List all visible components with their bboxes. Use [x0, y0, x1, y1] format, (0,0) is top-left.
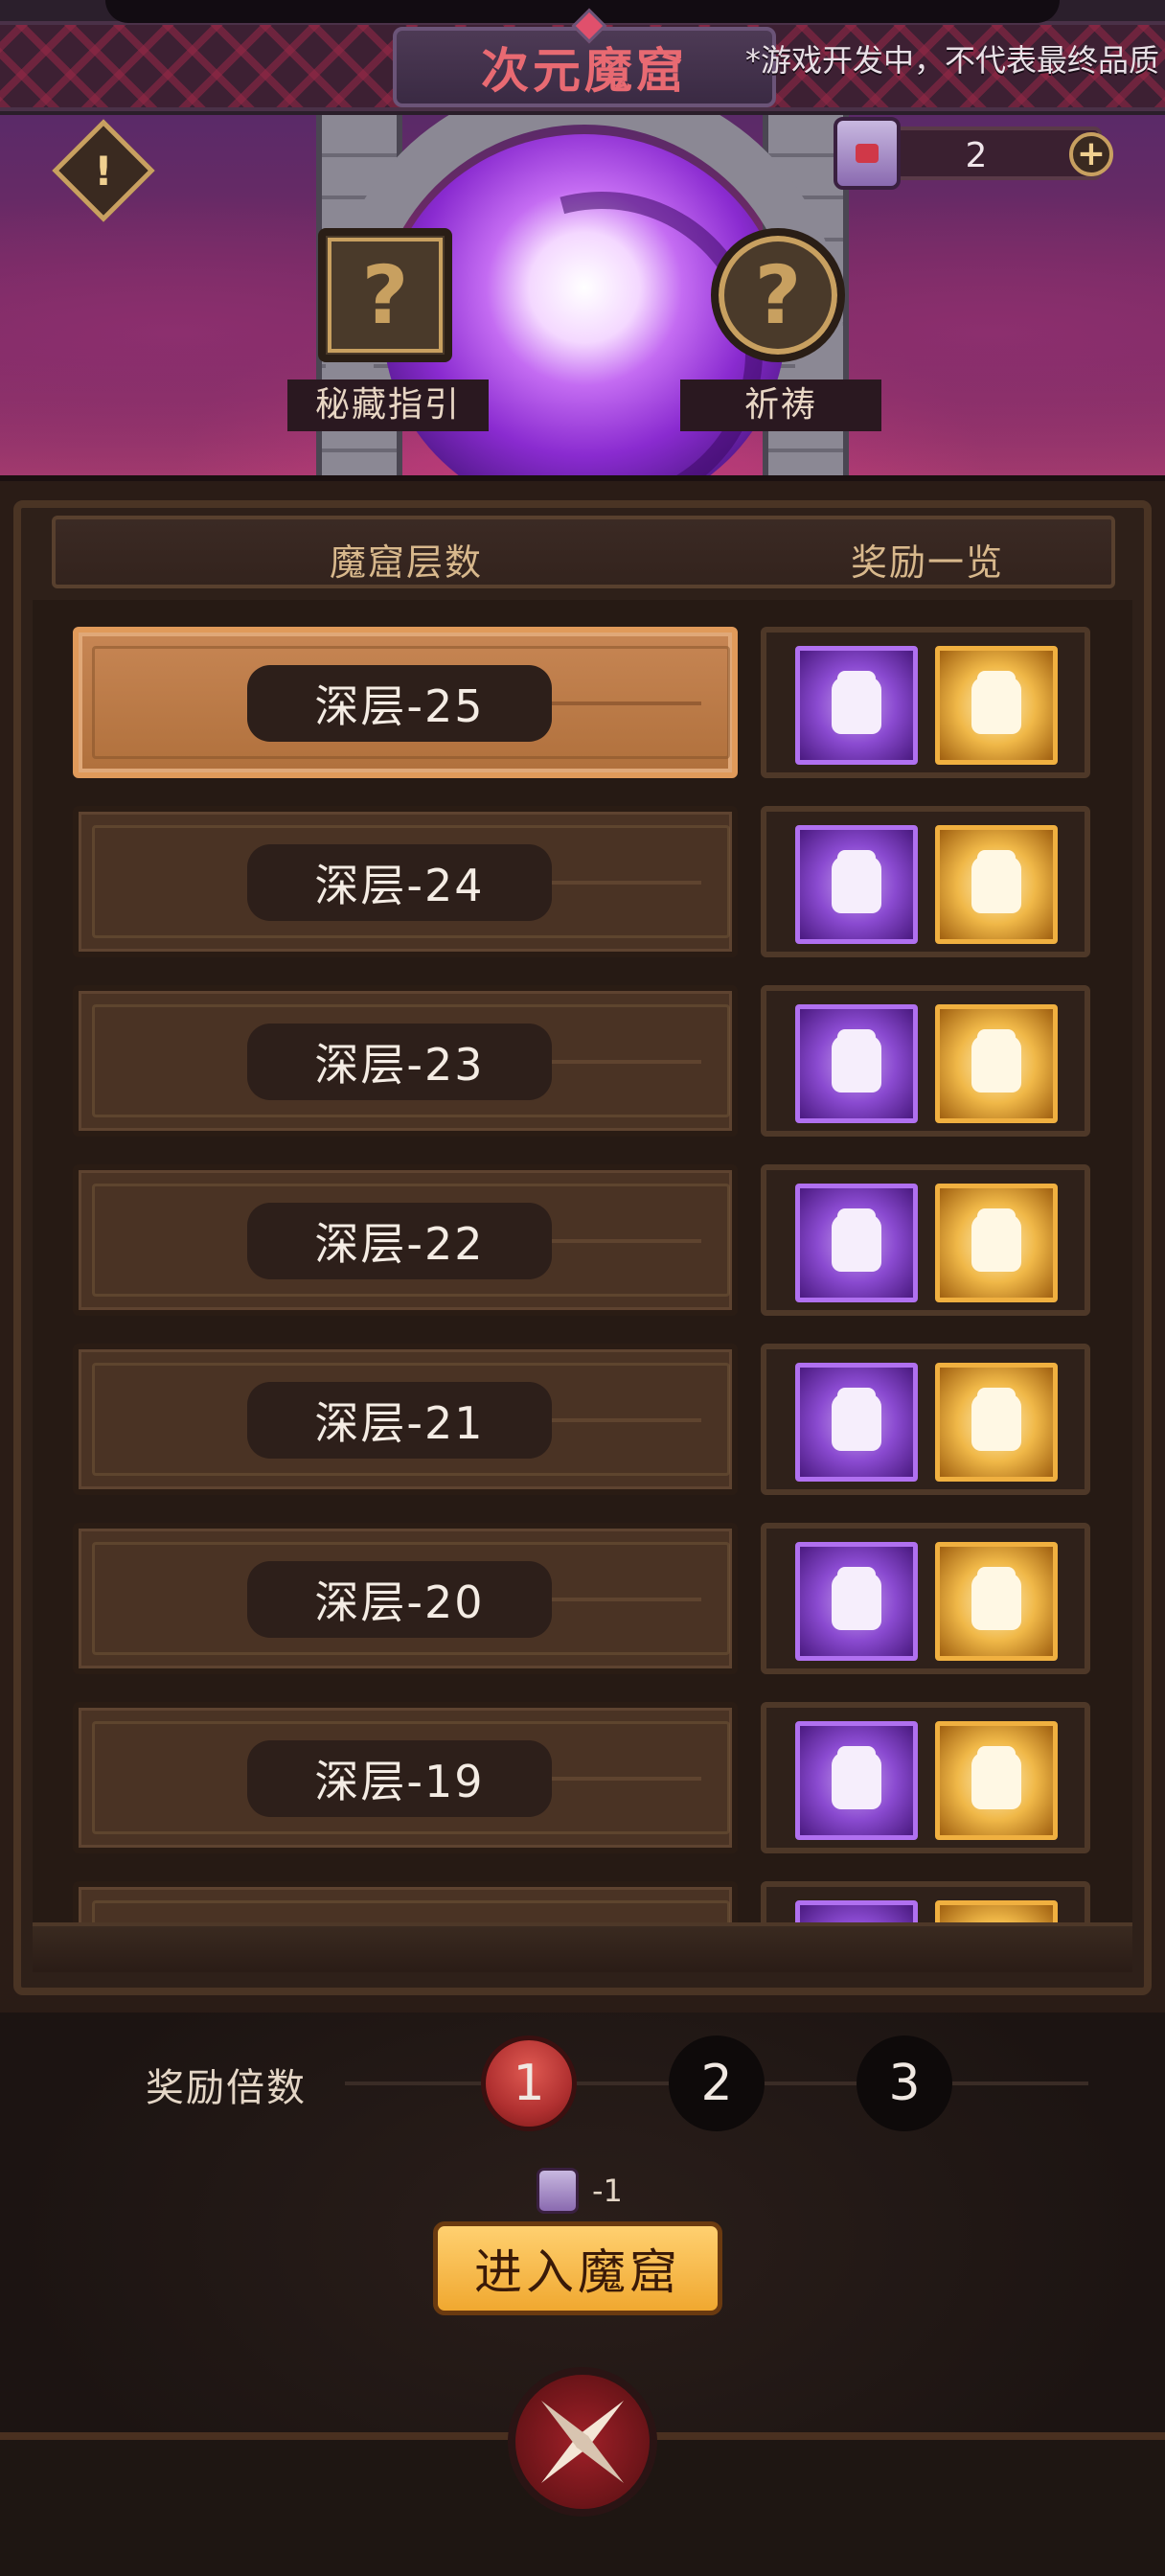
secret-guide-label[interactable]: 秘藏指引 [287, 380, 489, 431]
currency-counter: 2 + [834, 117, 1113, 190]
entry-cost: -1 [537, 2166, 623, 2216]
layer-row[interactable]: 深层-19 [73, 1702, 738, 1853]
reward-cell [761, 1164, 1090, 1316]
question-icon: ? [361, 248, 409, 342]
armor-shape [971, 856, 1021, 913]
dev-note: *游戏开发中，不代表最终品质 [744, 42, 1159, 79]
purple-armor-icon[interactable] [795, 1721, 918, 1840]
currency-count: 2 [965, 136, 988, 175]
armor-shape [971, 1035, 1021, 1092]
row-decor-line [529, 1418, 701, 1422]
reward-cell [761, 1881, 1090, 1922]
header-bar: 次元魔窟 *游戏开发中，不代表最终品质 [0, 0, 1165, 115]
gold-armor-icon[interactable] [935, 1004, 1058, 1123]
prayer-label[interactable]: 祈祷 [680, 380, 881, 431]
reward-cell [761, 627, 1090, 778]
layer-row[interactable] [73, 1881, 738, 1922]
footer-controls: 奖励倍数 1 2 3 -1 进入魔窟 [0, 2012, 1165, 2576]
layer-label: 深层-20 [247, 1561, 552, 1638]
prayer-button[interactable]: ? [711, 228, 845, 362]
layer-label: 深层-23 [247, 1024, 552, 1100]
column-header: 魔窟层数 奖励一览 [52, 516, 1115, 588]
purple-armor-icon[interactable] [795, 825, 918, 944]
armor-shape [971, 1393, 1021, 1451]
gold-armor-icon[interactable] [935, 1721, 1058, 1840]
multiplier-2-button[interactable]: 2 [669, 2036, 765, 2131]
layer-label: 深层-21 [247, 1382, 552, 1459]
gold-armor-icon[interactable] [935, 1542, 1058, 1661]
enter-dungeon-button[interactable]: 进入魔窟 [433, 2221, 722, 2315]
column-layers-label: 魔窟层数 [330, 541, 484, 584]
title-plate: 次元魔窟 [393, 8, 776, 107]
armor-shape [832, 856, 881, 913]
armor-shape [832, 1214, 881, 1272]
dragon-motif-icon [92, 1900, 730, 1922]
layer-label: 深层-24 [247, 844, 552, 921]
question-icon: ? [754, 248, 802, 342]
row-decor-line [529, 1777, 701, 1781]
multiplier-3-button[interactable]: 3 [857, 2036, 952, 2131]
reward-cell [761, 1523, 1090, 1674]
armor-shape [832, 1393, 881, 1451]
row-decor-line [529, 1239, 701, 1243]
purple-armor-icon[interactable] [795, 646, 918, 765]
purple-armor-icon[interactable] [795, 1900, 918, 1922]
armor-shape [832, 1573, 881, 1630]
gold-armor-icon[interactable] [935, 1184, 1058, 1302]
layer-row[interactable]: 深层-23 [73, 985, 738, 1137]
layer-row[interactable]: 深层-24 [73, 806, 738, 957]
reward-cell [761, 1702, 1090, 1853]
crossed-swords-icon[interactable] [508, 2367, 657, 2517]
purple-armor-icon[interactable] [795, 1004, 918, 1123]
armor-shape [971, 1573, 1021, 1630]
armor-shape [832, 1752, 881, 1809]
purple-armor-icon[interactable] [795, 1542, 918, 1661]
entry-cost-value: -1 [592, 2173, 623, 2209]
reward-cell [761, 806, 1090, 957]
row-decor-line [529, 881, 701, 885]
armor-shape [971, 1752, 1021, 1809]
purple-armor-icon[interactable] [795, 1184, 918, 1302]
alert-icon: ! [94, 147, 113, 195]
panel-bottom-edge [33, 1922, 1132, 1972]
layer-label: 深层-19 [247, 1740, 552, 1817]
layer-row[interactable]: 深层-22 [73, 1164, 738, 1316]
row-decor-line [529, 702, 701, 705]
layer-row[interactable]: 深层-25 [73, 627, 738, 778]
purple-armor-icon[interactable] [795, 1363, 918, 1482]
gold-armor-icon[interactable] [935, 646, 1058, 765]
row-decor-line [529, 1598, 701, 1601]
armor-shape [832, 677, 881, 734]
add-currency-button[interactable]: + [1069, 132, 1113, 176]
multiplier-1-button[interactable]: 1 [481, 2036, 577, 2131]
layer-list[interactable]: 深层-25 深层-24 深层-23 深层-22 深层-21 深层-20 深层-19 [33, 600, 1132, 1922]
row-decor-line [529, 1060, 701, 1064]
portal-ticket-icon [537, 2168, 579, 2214]
gold-armor-icon[interactable] [935, 1363, 1058, 1482]
reward-cell [761, 985, 1090, 1137]
reward-cell [761, 1344, 1090, 1495]
crossed-swords-glyph [541, 2401, 624, 2483]
page-title: 次元魔窟 [481, 43, 688, 99]
layer-label: 深层-22 [247, 1203, 552, 1279]
multiplier-label: 奖励倍数 [146, 2066, 307, 2110]
gold-armor-icon[interactable] [935, 1900, 1058, 1922]
layer-row[interactable]: 深层-21 [73, 1344, 738, 1495]
layer-label: 深层-25 [247, 665, 552, 742]
layer-row[interactable]: 深层-20 [73, 1523, 738, 1674]
column-rewards-label: 奖励一览 [851, 541, 1005, 584]
gold-armor-icon[interactable] [935, 825, 1058, 944]
armor-shape [971, 1214, 1021, 1272]
layer-list-panel: 魔窟层数 奖励一览 深层-25 深层-24 深层-23 深层-22 深层-21 深层-20… [0, 475, 1165, 2012]
secret-guide-button[interactable]: ? [318, 228, 452, 362]
armor-shape [832, 1035, 881, 1092]
armor-shape [971, 677, 1021, 734]
